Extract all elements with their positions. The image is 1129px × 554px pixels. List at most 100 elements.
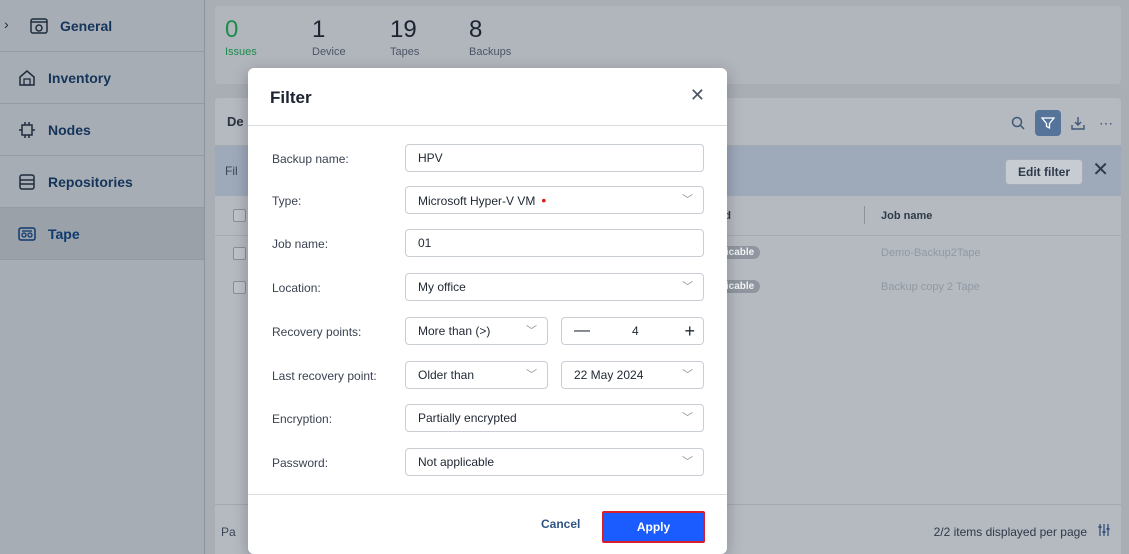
filter-bar-label: Fil [225,164,238,178]
encryption-value: Partially encrypted [418,411,517,425]
inventory-icon [18,69,36,87]
row-checkbox[interactable] [233,281,246,294]
stat-label: Tapes [390,46,420,58]
required-dot-icon: • [541,192,547,208]
backup-name-input[interactable]: HPV [405,144,704,172]
filter-dialog: Filter ✕ Backup name: HPV Type: Microsof… [248,68,727,554]
sidebar-item-nodes[interactable]: Nodes [0,104,204,156]
plus-icon[interactable]: + [684,318,695,344]
items-per-page-text: 2/2 items displayed per page [933,525,1087,539]
chevron-down-icon: ﹀ [526,325,537,337]
download-icon[interactable] [1065,110,1091,136]
stat-backups[interactable]: 8 Backups [469,16,511,58]
location-label: Location: [272,281,321,295]
sidebar-item-label: General [60,17,113,34]
job-name-input[interactable]: 01 [405,229,704,257]
minus-icon[interactable]: — [574,318,590,344]
last-recovery-point-date-value: 22 May 2024 [574,368,644,382]
chevron-down-icon: ﹀ [682,456,693,468]
chevron-down-icon: ﹀ [682,194,693,206]
recovery-points-row: Recovery points: More than (>) ﹀ — 4 + [248,317,727,347]
more-icon[interactable]: ⋯ [1093,110,1119,136]
location-value: My office [418,280,466,294]
column-header-job-name[interactable]: Job name [881,210,932,222]
column-settings-icon[interactable] [1097,523,1111,540]
recovery-points-label: Recovery points: [272,325,362,339]
sidebar: › General Inventory Nodes Repositories T… [0,0,205,554]
apply-button[interactable]: Apply [602,511,705,543]
type-select[interactable]: Microsoft Hyper-V VM • ﹀ [405,186,704,214]
search-icon[interactable] [1005,110,1031,136]
last-recovery-point-operator-select[interactable]: Older than ﹀ [405,361,548,389]
column-divider[interactable] [864,206,865,224]
sidebar-item-tape[interactable]: Tape [0,208,204,260]
recovery-points-operator-value: More than (>) [418,324,491,338]
stat-value: 0 [225,16,239,43]
dialog-footer: Cancel Apply [248,494,727,554]
stat-label: Issues [225,46,257,58]
job-name-row: Job name: 01 [248,229,727,259]
type-value: Microsoft Hyper-V VM [418,194,536,208]
password-label: Password: [272,456,329,470]
job-name-value: 01 [418,236,432,250]
recovery-points-operator-select[interactable]: More than (>) ﹀ [405,317,548,345]
pagination-label: Pa [221,525,236,539]
filter-icon[interactable] [1035,110,1061,136]
tape-icon [18,225,36,243]
last-recovery-point-operator-value: Older than [418,368,475,382]
type-row: Type: Microsoft Hyper-V VM • ﹀ [248,186,727,216]
job-name-label: Job name: [272,237,329,251]
location-select[interactable]: My office ﹀ [405,273,704,301]
sidebar-item-general[interactable]: › General [0,0,204,52]
stat-issues[interactable]: 0 Issues [225,16,257,58]
chevron-down-icon: ﹀ [682,369,693,381]
stat-value: 19 [390,16,417,43]
password-select[interactable]: Not applicable ﹀ [405,448,704,476]
job-name-cell: Backup copy 2 Tape [881,281,980,293]
chevron-down-icon: ﹀ [682,281,693,293]
password-value: Not applicable [418,455,495,469]
chevron-down-icon: ﹀ [682,412,693,424]
chevron-down-icon: ﹀ [526,369,537,381]
encryption-select[interactable]: Partially encrypted ﹀ [405,404,704,432]
job-name-cell: Demo-Backup2Tape [881,247,981,259]
gear-box-icon [30,17,48,35]
sidebar-item-label: Repositories [48,173,133,190]
stat-device[interactable]: 1 Device [312,16,346,58]
last-recovery-point-date-picker[interactable]: 22 May 2024 ﹀ [561,361,704,389]
repository-icon [18,173,36,191]
select-all-checkbox[interactable] [233,209,246,222]
sidebar-item-inventory[interactable]: Inventory [0,52,204,104]
recovery-points-stepper[interactable]: — 4 + [561,317,704,345]
row-checkbox[interactable] [233,247,246,260]
encryption-row: Encryption: Partially encrypted ﹀ [248,404,727,434]
cancel-button[interactable]: Cancel [541,517,580,531]
sidebar-item-label: Inventory [48,69,112,86]
backup-name-row: Backup name: HPV [248,144,727,174]
dialog-title: Filter [270,88,312,107]
stat-label: Backups [469,46,512,58]
stat-label: Device [312,46,346,58]
close-icon[interactable]: ✕ [1092,160,1109,180]
sidebar-item-label: Nodes [48,121,91,138]
backup-name-label: Backup name: [272,152,349,166]
edit-filter-button[interactable]: Edit filter [1004,159,1083,185]
backup-name-value: HPV [418,151,443,165]
location-row: Location: My office ﹀ [248,273,727,303]
last-recovery-point-row: Last recovery point: Older than ﹀ 22 May… [248,361,727,391]
close-icon[interactable]: ✕ [690,86,705,104]
recovery-points-count[interactable]: 4 [632,318,639,344]
dialog-header: Filter ✕ [248,68,727,126]
type-label: Type: [272,194,302,208]
sidebar-item-label: Tape [48,225,80,242]
encryption-label: Encryption: [272,412,333,426]
chevron-right-icon[interactable]: › [4,16,9,32]
stat-value: 8 [469,16,483,43]
sidebar-item-repositories[interactable]: Repositories [0,156,204,208]
stat-tapes[interactable]: 19 Tapes [390,16,419,58]
nodes-icon [18,121,36,139]
password-row: Password: Not applicable ﹀ [248,448,727,478]
panel-title: De [227,114,244,129]
stat-value: 1 [312,16,326,43]
last-recovery-point-label: Last recovery point: [272,369,377,383]
